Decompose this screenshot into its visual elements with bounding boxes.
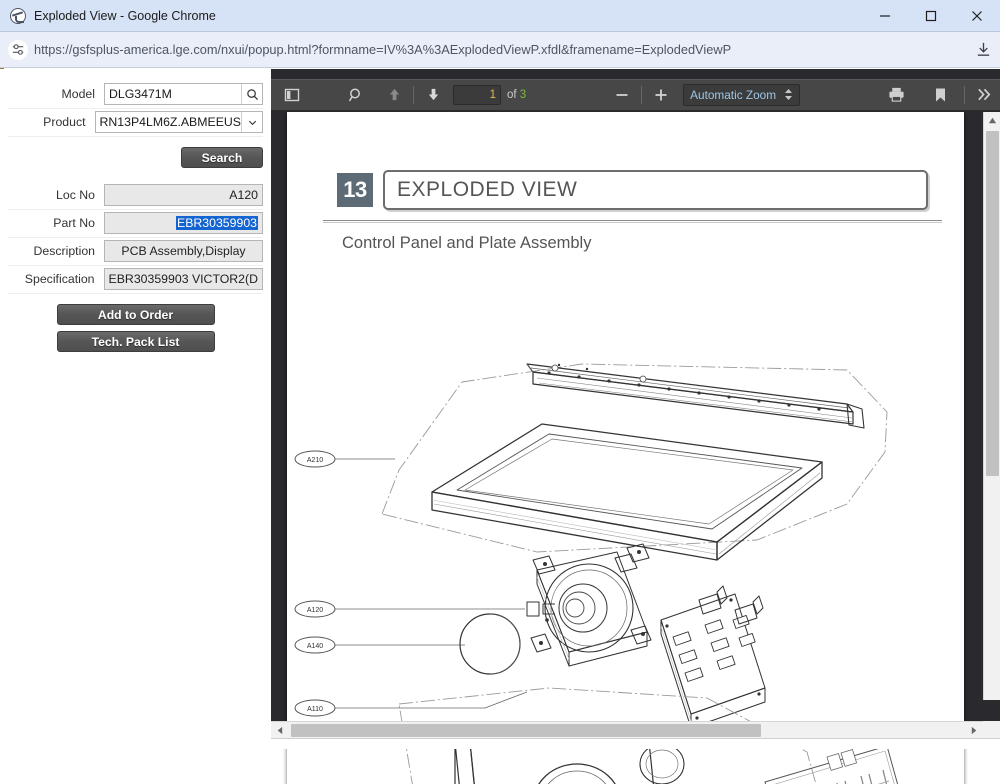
pdf-toolbar: 1 of 3 Automatic Zoom	[271, 79, 1000, 111]
part-no-value: EBR30359903	[176, 216, 258, 230]
download-icon[interactable]	[966, 32, 1000, 68]
window-controls	[862, 0, 1000, 32]
scroll-left-arrow[interactable]	[271, 722, 288, 739]
exploded-view-drawing: A210 A120 A140 A110	[294, 363, 899, 784]
chevron-down-icon[interactable]	[241, 112, 262, 132]
search-button-row: Search	[8, 147, 263, 168]
svg-text:A110: A110	[307, 706, 323, 713]
browser-window: Exploded View - Google Chrome https://gs…	[0, 0, 1000, 784]
field-row-model: Model DLG3471M	[8, 81, 263, 109]
sidebar-toggle-icon[interactable]	[277, 82, 307, 108]
bookmark-icon[interactable]	[925, 82, 955, 108]
double-chevron-right-icon[interactable]	[969, 82, 999, 108]
tech-pack-list-button[interactable]: Tech. Pack List	[56, 331, 215, 352]
page-content: Model DLG3471M Product RN13P4LM6Z.ABMEEU…	[0, 69, 1000, 784]
page-number-input[interactable]: 1	[453, 84, 501, 105]
label-model: Model	[61, 87, 96, 101]
vertical-scrollbar[interactable]	[983, 112, 1000, 700]
section-number-badge: 13	[337, 173, 373, 207]
zoom-out-icon[interactable]	[607, 82, 637, 108]
zoom-level-value: Automatic Zoom	[690, 87, 777, 102]
pdf-page: 13 EXPLODED VIEW Control Panel and Plate…	[287, 112, 964, 784]
address-bar[interactable]: https://gsfsplus-america.lge.com/nxui/po…	[0, 32, 1000, 68]
label-part-no: Part No	[53, 216, 95, 230]
search-button[interactable]: Search	[181, 147, 263, 168]
scrollbar-corner	[983, 721, 1000, 738]
svg-text:A140: A140	[307, 643, 323, 650]
vertical-scroll-thumb[interactable]	[986, 131, 999, 476]
print-icon[interactable]	[881, 82, 911, 108]
label-loc-no: Loc No	[56, 188, 95, 202]
close-icon[interactable]	[954, 0, 1000, 32]
page-down-icon[interactable]	[418, 82, 448, 108]
label-product: Product	[43, 115, 86, 129]
label-specification: Specification	[24, 272, 95, 286]
pdf-document-area[interactable]: 13 EXPLODED VIEW Control Panel and Plate…	[271, 112, 1000, 784]
document-header: 13 EXPLODED VIEW	[337, 165, 928, 215]
field-row-specification: Specification EBR30359903 VICTOR2(D	[8, 266, 263, 294]
part-no-field[interactable]: EBR30359903	[104, 212, 263, 234]
specification-value: EBR30359903 VICTOR2(D	[103, 268, 263, 290]
tech-pack-list-row: Tech. Pack List	[8, 331, 263, 352]
header-divider	[323, 220, 942, 223]
section-title: EXPLODED VIEW	[397, 178, 578, 201]
title-bar: Exploded View - Google Chrome	[0, 0, 1000, 32]
scroll-right-arrow[interactable]	[966, 722, 983, 739]
pdf-viewer: 1 of 3 Automatic Zoom 13 EXPLODED VIEW C…	[271, 69, 1000, 784]
label-description: Description	[33, 244, 95, 258]
window-title: Exploded View - Google Chrome	[34, 8, 216, 23]
svg-text:A210: A210	[307, 457, 323, 464]
globe-icon	[10, 7, 26, 24]
parts-search-panel: Model DLG3471M Product RN13P4LM6Z.ABMEEU…	[0, 69, 271, 749]
zoom-level-select[interactable]: Automatic Zoom	[683, 83, 801, 106]
minimize-icon[interactable]	[862, 0, 908, 32]
page-total: 3	[519, 88, 527, 101]
add-to-order-button[interactable]: Add to Order	[56, 304, 215, 325]
field-row-description: Description PCB Assembly,Display	[8, 238, 263, 266]
product-select[interactable]: RN13P4LM6Z.ABMEEUS	[94, 111, 263, 133]
svg-text:A120: A120	[307, 607, 323, 614]
stepper-arrows-icon	[784, 88, 793, 101]
field-row-part-no: Part No EBR30359903	[8, 210, 263, 238]
field-row-product: Product RN13P4LM6Z.ABMEEUS	[8, 109, 263, 137]
url-text[interactable]: https://gsfsplus-america.lge.com/nxui/po…	[34, 42, 966, 57]
viewer-status-strip	[271, 738, 1000, 749]
scroll-up-arrow[interactable]	[984, 112, 1000, 129]
description-value: PCB Assembly,Display	[104, 240, 263, 262]
callout-group: A210 A120 A140 A110	[294, 450, 336, 717]
model-input-value: DLG3471M	[109, 87, 172, 101]
maximize-icon[interactable]	[908, 0, 954, 32]
page-of-text: of	[507, 88, 517, 101]
product-select-value: RN13P4LM6Z.ABMEEUS	[99, 115, 241, 129]
loc-no-value: A120	[104, 184, 263, 206]
horizontal-scrollbar[interactable]	[271, 721, 983, 738]
magnifier-icon[interactable]	[241, 84, 262, 104]
page-up-icon[interactable]	[379, 82, 409, 108]
zoom-in-icon[interactable]	[646, 82, 676, 108]
horizontal-scroll-track[interactable]	[288, 722, 966, 739]
model-input[interactable]: DLG3471M	[104, 83, 263, 105]
add-to-order-row: Add to Order	[8, 304, 263, 325]
document-subtitle: Control Panel and Plate Assembly	[342, 234, 592, 252]
field-row-loc-no: Loc No A120	[8, 182, 263, 210]
find-icon[interactable]	[341, 82, 371, 108]
horizontal-scroll-thumb[interactable]	[291, 723, 761, 737]
section-title-box: EXPLODED VIEW	[383, 170, 928, 210]
site-settings-icon[interactable]	[8, 39, 28, 60]
page-count-label: of 3	[507, 89, 526, 101]
